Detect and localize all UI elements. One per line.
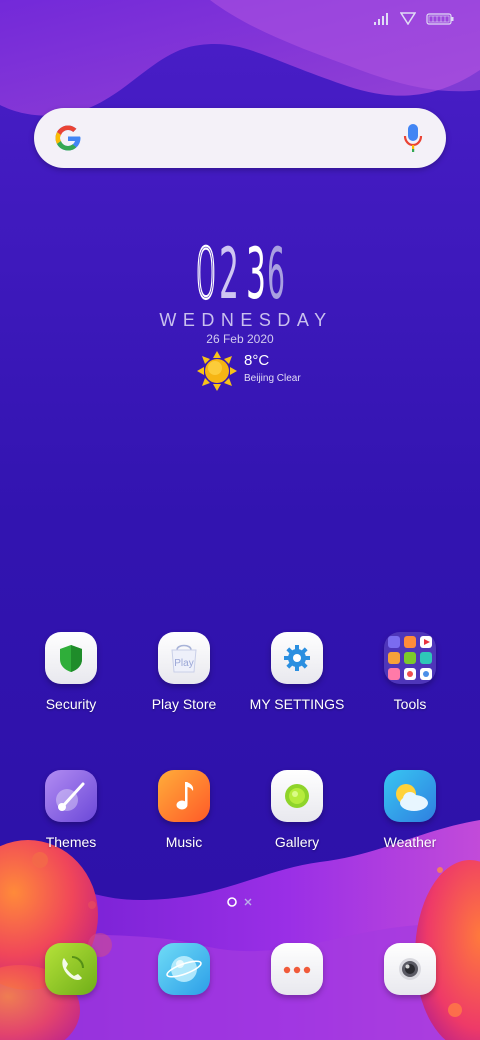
camera-icon (384, 943, 436, 995)
app-weather[interactable]: Weather (355, 770, 465, 850)
browser-icon (158, 943, 210, 995)
status-bar (374, 12, 454, 25)
app-label: Themes (45, 834, 97, 850)
clock-hour-tens: 0 (195, 238, 217, 308)
phone-icon (45, 943, 97, 995)
app-label: Play Store (151, 696, 217, 712)
battery-icon (426, 12, 454, 25)
folder-grid-icon (384, 632, 436, 684)
dock-phone[interactable] (16, 943, 126, 995)
wifi-icon (400, 12, 416, 25)
clock-min-tens: 3 (246, 238, 266, 308)
app-themes[interactable]: Themes (16, 770, 126, 850)
dock-messages[interactable] (242, 943, 352, 995)
app-my-settings[interactable]: MY SETTINGS (242, 632, 352, 712)
shopping-bag-icon: Play (158, 632, 210, 684)
folder-tools[interactable]: Tools (355, 632, 465, 712)
app-label: MY SETTINGS (249, 696, 345, 712)
clock-hour-ones: 2 (219, 238, 239, 308)
app-music[interactable]: Music (129, 770, 239, 850)
clock-weekday: WEDNESDAY (159, 310, 333, 330)
google-logo-icon[interactable] (50, 120, 86, 156)
gear-icon (271, 632, 323, 684)
page-indicator[interactable] (226, 895, 256, 909)
app-label: Gallery (274, 834, 320, 850)
weather-temperature: 8°C (244, 352, 270, 369)
signal-icon (374, 12, 388, 25)
app-label: Tools (393, 696, 427, 712)
brush-icon (45, 770, 97, 822)
app-label: Music (165, 834, 203, 850)
google-search-bar[interactable] (34, 108, 446, 168)
messages-icon (271, 943, 323, 995)
page-dot-minus-one (244, 898, 252, 906)
weather-location: Beijing Clear (244, 373, 301, 384)
mic-icon[interactable] (402, 122, 424, 154)
app-gallery[interactable]: Gallery (242, 770, 352, 850)
play-badge: Play (174, 658, 193, 669)
app-security[interactable]: Security (16, 632, 126, 712)
app-play-store[interactable]: Play Play Store (129, 632, 239, 712)
clock-digits[interactable]: 0 2 3 6 (0, 238, 480, 308)
gallery-icon (271, 770, 323, 822)
app-label: Security (45, 696, 97, 712)
dock-camera[interactable] (355, 943, 465, 995)
weather-icon (384, 770, 436, 822)
music-note-icon (158, 770, 210, 822)
dock-browser[interactable] (129, 943, 239, 995)
clock-date: 26 Feb 2020 (206, 332, 274, 346)
clock-min-ones: 6 (267, 238, 285, 308)
app-label: Weather (383, 834, 437, 850)
sun-icon[interactable] (196, 350, 238, 392)
shield-icon (45, 632, 97, 684)
page-dot-current (227, 897, 237, 907)
